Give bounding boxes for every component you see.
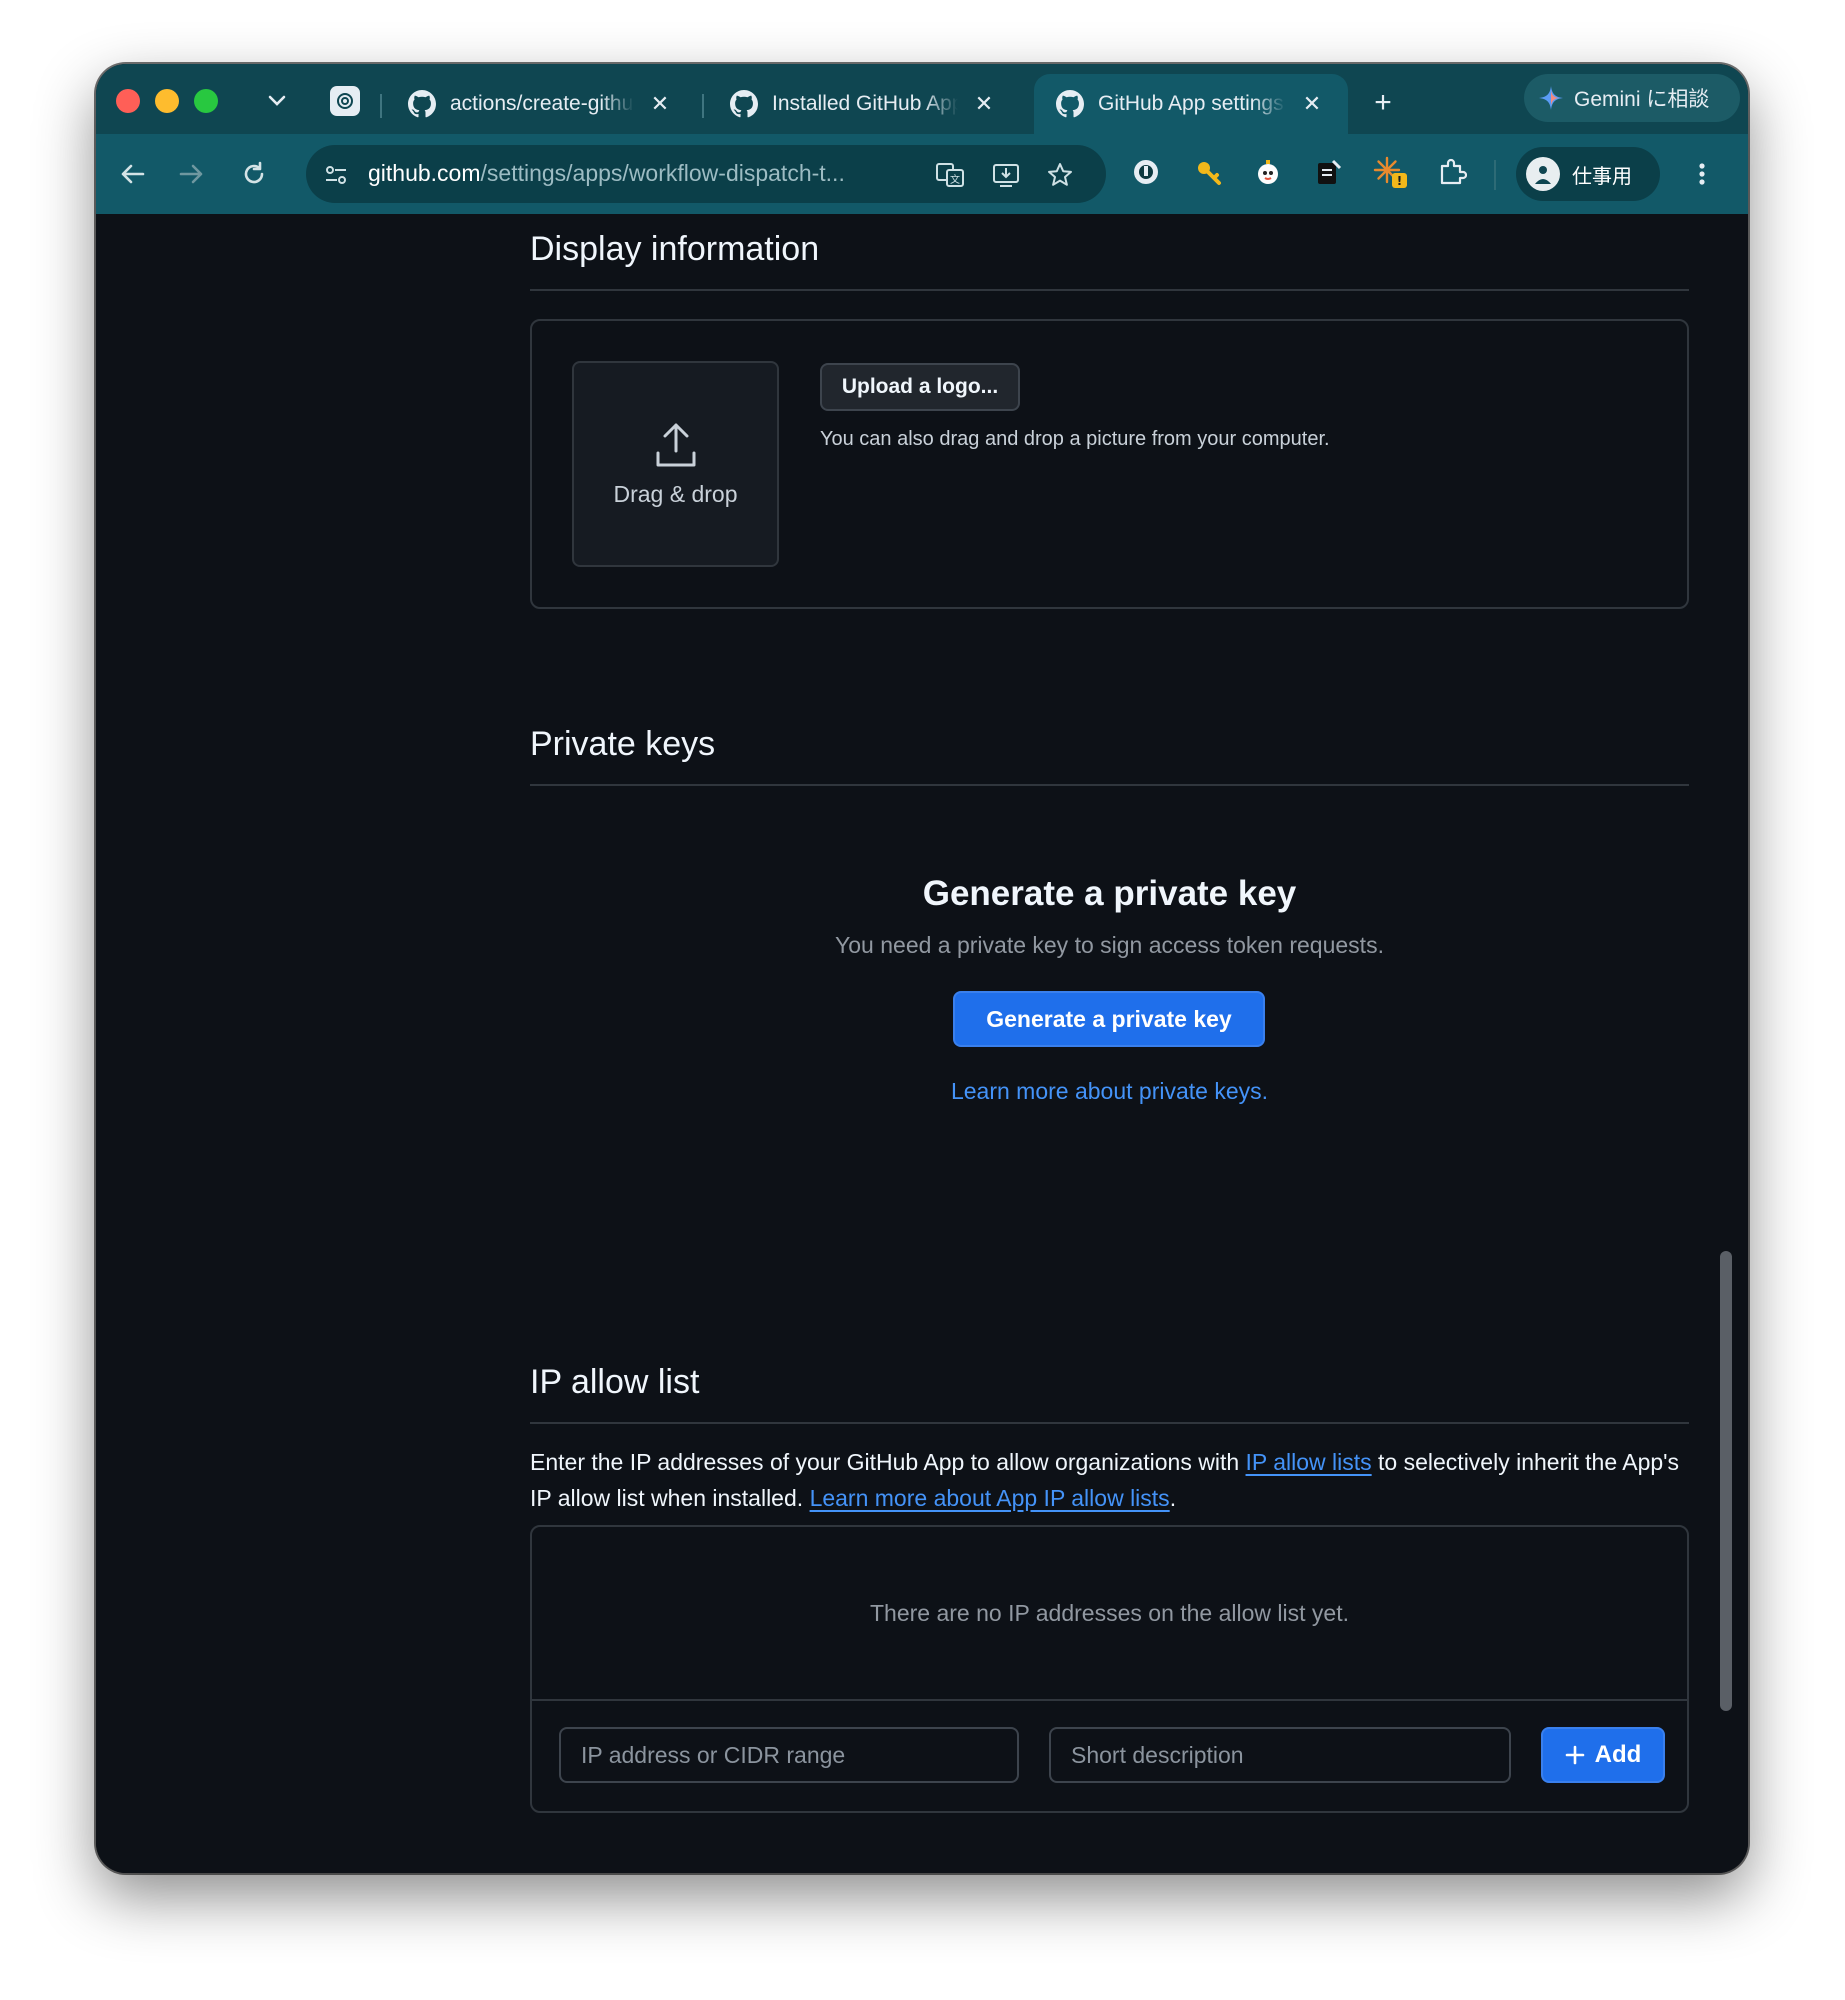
ip-allow-list-heading: IP allow list [530, 1363, 700, 1401]
minimize-window-button[interactable] [155, 89, 179, 113]
svg-text:文: 文 [950, 173, 960, 186]
close-window-button[interactable] [116, 89, 140, 113]
divider [530, 1422, 1689, 1424]
password-manager-extension-icon[interactable] [1128, 154, 1164, 190]
github-icon [408, 90, 436, 118]
forward-arrow-icon[interactable] [174, 156, 210, 192]
ip-allow-list-description: Enter the IP addresses of your GitHub Ap… [530, 1444, 1695, 1516]
upload-logo-button[interactable]: Upload a logo... [820, 363, 1020, 411]
close-tab-icon[interactable]: ✕ [970, 91, 998, 117]
plus-icon [1565, 1745, 1585, 1765]
tab-title: GitHub App settings [1098, 92, 1284, 115]
logo-drop-zone[interactable]: Drag & drop [572, 361, 779, 567]
gemini-button[interactable]: Gemini に相談 [1524, 74, 1740, 122]
close-tab-icon[interactable]: ✕ [1298, 91, 1326, 117]
ip-address-input[interactable] [559, 1727, 1019, 1783]
avatar [1526, 157, 1560, 191]
svg-text:!: ! [1397, 174, 1402, 188]
page-content: Display information Drag & drop Upload a… [96, 214, 1748, 1873]
clipboard-extension-icon[interactable] [1310, 154, 1346, 190]
generate-private-key-button[interactable]: Generate a private key [953, 991, 1265, 1047]
ip-allow-list-empty-state: There are no IP addresses on the allow l… [532, 1527, 1687, 1701]
tab-search-chevron-icon[interactable] [262, 86, 292, 116]
url-domain: github.com [368, 160, 481, 186]
divider [530, 784, 1689, 786]
bookmark-star-icon[interactable] [1044, 159, 1076, 191]
key-extension-icon[interactable] [1190, 154, 1226, 190]
short-description-input[interactable] [1049, 1727, 1511, 1783]
chatgpt-pinned-tab-icon[interactable] [330, 86, 360, 116]
maximize-window-button[interactable] [194, 89, 218, 113]
upload-icon [653, 421, 699, 469]
private-key-blank-text: You need a private key to sign access to… [835, 932, 1384, 958]
description-text: Enter the IP addresses of your GitHub Ap… [530, 1449, 1240, 1475]
reload-icon[interactable] [236, 156, 272, 192]
divider [530, 289, 1689, 291]
add-button-label: Add [1594, 1741, 1642, 1768]
github-icon [730, 90, 758, 118]
address-bar[interactable]: github.com/settings/apps/workflow-dispat… [306, 145, 1106, 203]
add-ip-button[interactable]: Add [1541, 1727, 1665, 1783]
gemini-label: Gemini に相談 [1574, 88, 1710, 111]
profile-label: 仕事用 [1572, 165, 1632, 188]
warning-extension-icon[interactable]: ! [1372, 154, 1408, 190]
back-arrow-icon[interactable] [114, 156, 150, 192]
upload-hint-text: You can also drag and drop a picture fro… [820, 428, 1330, 450]
url-path: /settings/apps/workflow-dispatch-t... [480, 160, 845, 186]
browser-toolbar: github.com/settings/apps/workflow-dispat… [96, 134, 1748, 214]
tab-bar: actions/create-github ✕ Installed GitHub… [96, 64, 1748, 134]
private-keys-heading: Private keys [530, 725, 716, 763]
drop-zone-label: Drag & drop [613, 480, 738, 507]
site-info-tune-icon[interactable] [320, 159, 352, 191]
translate-icon[interactable]: 文 [934, 159, 966, 191]
profile-button[interactable]: 仕事用 [1516, 147, 1660, 201]
install-app-icon[interactable] [990, 159, 1022, 191]
page-scrollbar[interactable] [1720, 1251, 1732, 1711]
ip-allow-lists-link[interactable]: IP allow lists [1246, 1449, 1372, 1475]
gemini-sparkle-icon [1538, 85, 1564, 111]
private-key-blank-title: Generate a private key [922, 874, 1297, 913]
tab-title: Installed GitHub Apps [772, 92, 958, 115]
learn-more-ip-allow-lists-link[interactable]: Learn more about App IP allow lists [810, 1485, 1170, 1511]
timer-extension-icon[interactable] [1250, 154, 1286, 190]
description-period: . [1169, 1485, 1177, 1511]
display-information-heading: Display information [530, 230, 820, 268]
tab-installed-github-apps[interactable]: Installed GitHub Apps ✕ [708, 74, 1020, 134]
new-tab-plus-icon[interactable]: + [1366, 86, 1400, 120]
tab-title: actions/create-github [450, 92, 634, 115]
tab-github-app-settings[interactable]: GitHub App settings ✕ [1034, 74, 1348, 134]
more-menu-kebab-icon[interactable] [1690, 156, 1714, 192]
github-icon [1056, 90, 1084, 118]
close-tab-icon[interactable]: ✕ [646, 91, 674, 117]
extensions-puzzle-icon[interactable] [1434, 154, 1470, 190]
display-information-box: Drag & drop Upload a logo... You can als… [530, 319, 1689, 609]
ip-allow-list-box: There are no IP addresses on the allow l… [530, 1525, 1689, 1813]
learn-more-private-keys-link[interactable]: Learn more about private keys. [530, 1078, 1689, 1105]
url-text[interactable]: github.com/settings/apps/workflow-dispat… [368, 160, 845, 187]
browser-window: actions/create-github ✕ Installed GitHub… [96, 64, 1748, 1873]
tab-actions-create-github[interactable]: actions/create-github ✕ [386, 74, 696, 134]
